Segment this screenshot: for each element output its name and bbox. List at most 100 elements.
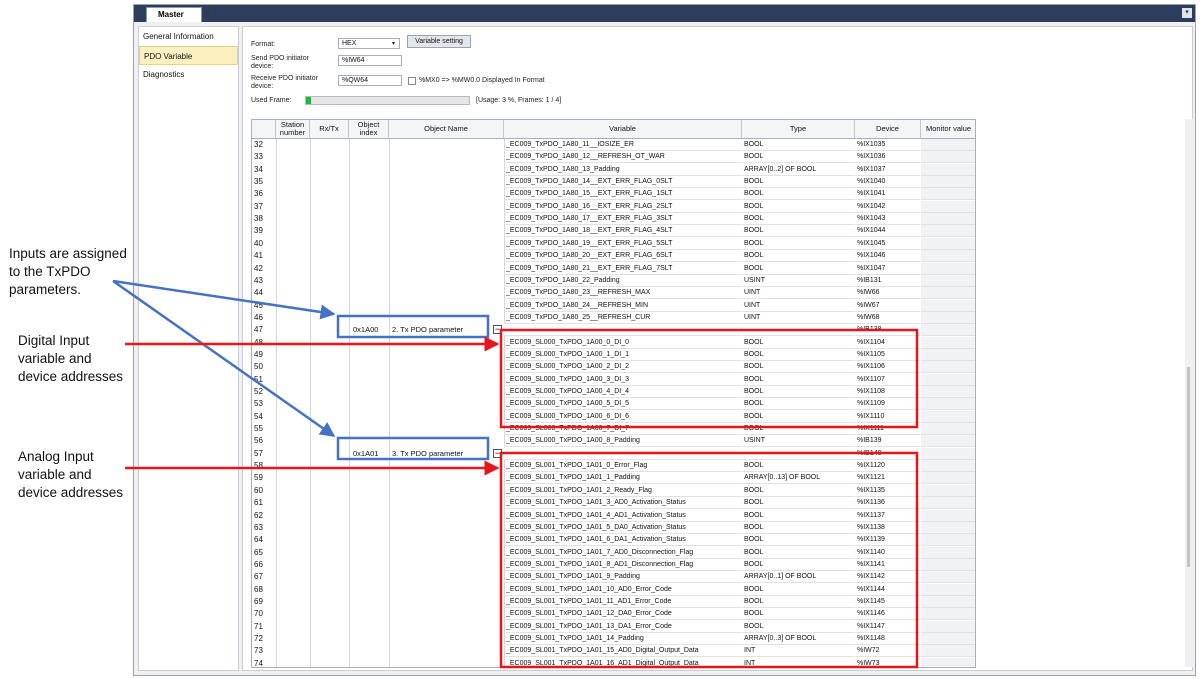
col-header-type[interactable]: Type: [742, 120, 855, 139]
variable-cell[interactable]: _EC009_SL001_TxPDO_1A01_12_DA0_Error_Cod…: [504, 608, 741, 621]
variable-cell[interactable]: [504, 324, 741, 337]
device-cell[interactable]: %IX1111: [855, 423, 920, 436]
table-row[interactable]: 71 _EC009_SL001_TxPDO_1A01_13_DA1_Error_C…: [252, 620, 975, 633]
mx-display-checkbox[interactable]: [408, 77, 416, 85]
device-cell[interactable]: %IX1106: [855, 361, 920, 374]
col-header-station-number[interactable]: Station number: [276, 120, 310, 139]
table-row[interactable]: 57 0x1A01 3. Tx PDO parameter − %IB140: [252, 447, 975, 460]
table-row[interactable]: 51 _EC009_SL000_TxPDO_1A00_3_DI_3 BOOL %IX1…: [252, 373, 975, 386]
monitor-value-cell[interactable]: [921, 163, 975, 176]
type-cell[interactable]: ARRAY[0..3] OF BOOL: [742, 633, 854, 645]
vertical-scrollbar[interactable]: [1185, 119, 1193, 667]
monitor-value-cell[interactable]: [921, 595, 975, 608]
device-cell[interactable]: %IX1139: [855, 534, 920, 547]
variable-cell[interactable]: _EC009_SL001_TxPDO_1A01_8_AD1_Disconnect…: [504, 559, 741, 571]
monitor-value-cell[interactable]: [921, 645, 975, 658]
variable-cell[interactable]: _EC009_TxPDO_1A80_13_Padding: [504, 164, 741, 176]
variable-cell[interactable]: _EC009_TxPDO_1A80_12__REFRESH_OT_WAR: [504, 151, 741, 164]
col-header-monitor-value[interactable]: Monitor value: [921, 120, 975, 139]
variable-cell[interactable]: _EC009_SL001_TxPDO_1A01_11_AD1_Error_Cod…: [504, 596, 741, 608]
monitor-value-cell[interactable]: [921, 176, 975, 189]
type-cell[interactable]: BOOL: [742, 596, 854, 608]
device-cell[interactable]: %IX1040: [855, 176, 920, 189]
monitor-value-cell[interactable]: [921, 657, 975, 667]
monitor-value-cell[interactable]: [921, 139, 975, 151]
monitor-value-cell[interactable]: [921, 558, 975, 571]
device-cell[interactable]: %IB131: [855, 274, 920, 287]
variable-cell[interactable]: _EC009_SL000_TxPDO_1A00_2_DI_2: [504, 361, 741, 374]
monitor-value-cell[interactable]: [921, 447, 975, 460]
monitor-value-cell[interactable]: [921, 348, 975, 361]
type-cell[interactable]: BOOL: [742, 621, 854, 633]
table-row[interactable]: 38 _EC009_TxPDO_1A80_17__EXT_ERR_FLAG_3SL…: [252, 213, 975, 226]
variable-cell[interactable]: _EC009_SL001_TxPDO_1A01_13_DA1_Error_Cod…: [504, 621, 741, 633]
type-cell[interactable]: BOOL: [742, 411, 854, 423]
type-cell[interactable]: BOOL: [742, 374, 854, 386]
device-cell[interactable]: %IX1105: [855, 348, 920, 361]
variable-cell[interactable]: _EC009_SL000_TxPDO_1A00_4_DI_4: [504, 386, 741, 398]
type-cell[interactable]: UINT: [742, 312, 854, 324]
monitor-value-cell[interactable]: [921, 188, 975, 201]
collapse-icon[interactable]: −: [493, 448, 502, 458]
type-cell[interactable]: BOOL: [742, 485, 854, 497]
type-cell[interactable]: BOOL: [742, 522, 854, 534]
device-cell[interactable]: %IX1109: [855, 398, 920, 411]
type-cell[interactable]: BOOL: [742, 497, 854, 510]
device-cell[interactable]: %IX1042: [855, 200, 920, 213]
monitor-value-cell[interactable]: [921, 583, 975, 596]
monitor-value-cell[interactable]: [921, 546, 975, 559]
object-name-cell[interactable]: 3. Tx PDO parameter: [389, 448, 501, 460]
device-cell[interactable]: %IX1104: [855, 336, 920, 349]
table-row[interactable]: 45 _EC009_TxPDO_1A80_24__REFRESH_MIN UINT%…: [252, 299, 975, 312]
variable-cell[interactable]: _EC009_SL000_TxPDO_1A00_5_DI_5: [504, 398, 741, 411]
variable-cell[interactable]: _EC009_SL000_TxPDO_1A00_8_Padding: [504, 435, 741, 448]
variable-cell[interactable]: [504, 447, 741, 460]
type-cell[interactable]: BOOL: [742, 547, 854, 559]
table-row[interactable]: 37 _EC009_TxPDO_1A80_16__EXT_ERR_FLAG_2SL…: [252, 200, 975, 213]
variable-cell[interactable]: _EC009_TxPDO_1A80_11__IOSIZE_ER: [504, 139, 741, 151]
device-cell[interactable]: %IX1037: [855, 163, 920, 176]
table-row[interactable]: 65 _EC009_SL001_TxPDO_1A01_7_AD0_Disconne…: [252, 546, 975, 559]
type-cell[interactable]: [742, 447, 854, 460]
send-pdo-initiator-field[interactable]: %IW64: [338, 55, 402, 66]
table-row[interactable]: 44 _EC009_TxPDO_1A80_23__REFRESH_MAX UINT%…: [252, 287, 975, 300]
variable-cell[interactable]: _EC009_TxPDO_1A80_15__EXT_ERR_FLAG_1SLT: [504, 188, 741, 201]
monitor-value-cell[interactable]: [921, 324, 975, 337]
table-row[interactable]: 33 _EC009_TxPDO_1A80_12__REFRESH_OT_WAR BO…: [252, 151, 975, 164]
device-cell[interactable]: %IX1036: [855, 151, 920, 164]
variable-cell[interactable]: _EC009_SL001_TxPDO_1A01_7_AD0_Disconnect…: [504, 547, 741, 559]
device-cell[interactable]: %IX1147: [855, 620, 920, 633]
monitor-value-cell[interactable]: [921, 386, 975, 398]
monitor-value-cell[interactable]: [921, 460, 975, 473]
tab-master[interactable]: Master: [146, 7, 202, 22]
variable-cell[interactable]: _EC009_TxPDO_1A80_24__REFRESH_MIN: [504, 300, 741, 312]
monitor-value-cell[interactable]: [921, 311, 975, 324]
device-cell[interactable]: %IW73: [855, 657, 920, 667]
variable-cell[interactable]: _EC009_SL001_TxPDO_1A01_16_AD1_Digital_O…: [504, 658, 741, 667]
col-header-variable[interactable]: Variable: [504, 120, 742, 139]
monitor-value-cell[interactable]: [921, 410, 975, 423]
monitor-value-cell[interactable]: [921, 225, 975, 238]
monitor-value-cell[interactable]: [921, 200, 975, 213]
device-cell[interactable]: %IX1046: [855, 250, 920, 263]
device-cell[interactable]: %IX1045: [855, 237, 920, 250]
type-cell[interactable]: BOOL: [742, 460, 854, 473]
variable-cell[interactable]: _EC009_SL000_TxPDO_1A00_1_DI_1: [504, 349, 741, 361]
table-row[interactable]: 43 _EC009_TxPDO_1A80_22_Padding USINT %IB13…: [252, 274, 975, 287]
device-cell[interactable]: %IX1146: [855, 608, 920, 621]
variable-cell[interactable]: _EC009_TxPDO_1A80_23__REFRESH_MAX: [504, 287, 741, 300]
monitor-value-cell[interactable]: [921, 237, 975, 250]
monitor-value-cell[interactable]: [921, 571, 975, 584]
table-row[interactable]: 70 _EC009_SL001_TxPDO_1A01_12_DA0_Error_C…: [252, 608, 975, 621]
device-cell[interactable]: %IX1138: [855, 521, 920, 534]
variable-cell[interactable]: _EC009_SL001_TxPDO_1A01_2_Ready_Flag: [504, 485, 741, 497]
type-cell[interactable]: BOOL: [742, 510, 854, 522]
type-cell[interactable]: USINT: [742, 435, 854, 448]
variable-cell[interactable]: _EC009_SL001_TxPDO_1A01_14_Padding: [504, 633, 741, 645]
collapse-icon[interactable]: −: [493, 325, 502, 335]
monitor-value-cell[interactable]: [921, 151, 975, 164]
monitor-value-cell[interactable]: [921, 534, 975, 547]
device-cell[interactable]: %IX1120: [855, 460, 920, 473]
sidebar-item-general-information[interactable]: General Information: [139, 27, 238, 46]
monitor-value-cell[interactable]: [921, 262, 975, 275]
